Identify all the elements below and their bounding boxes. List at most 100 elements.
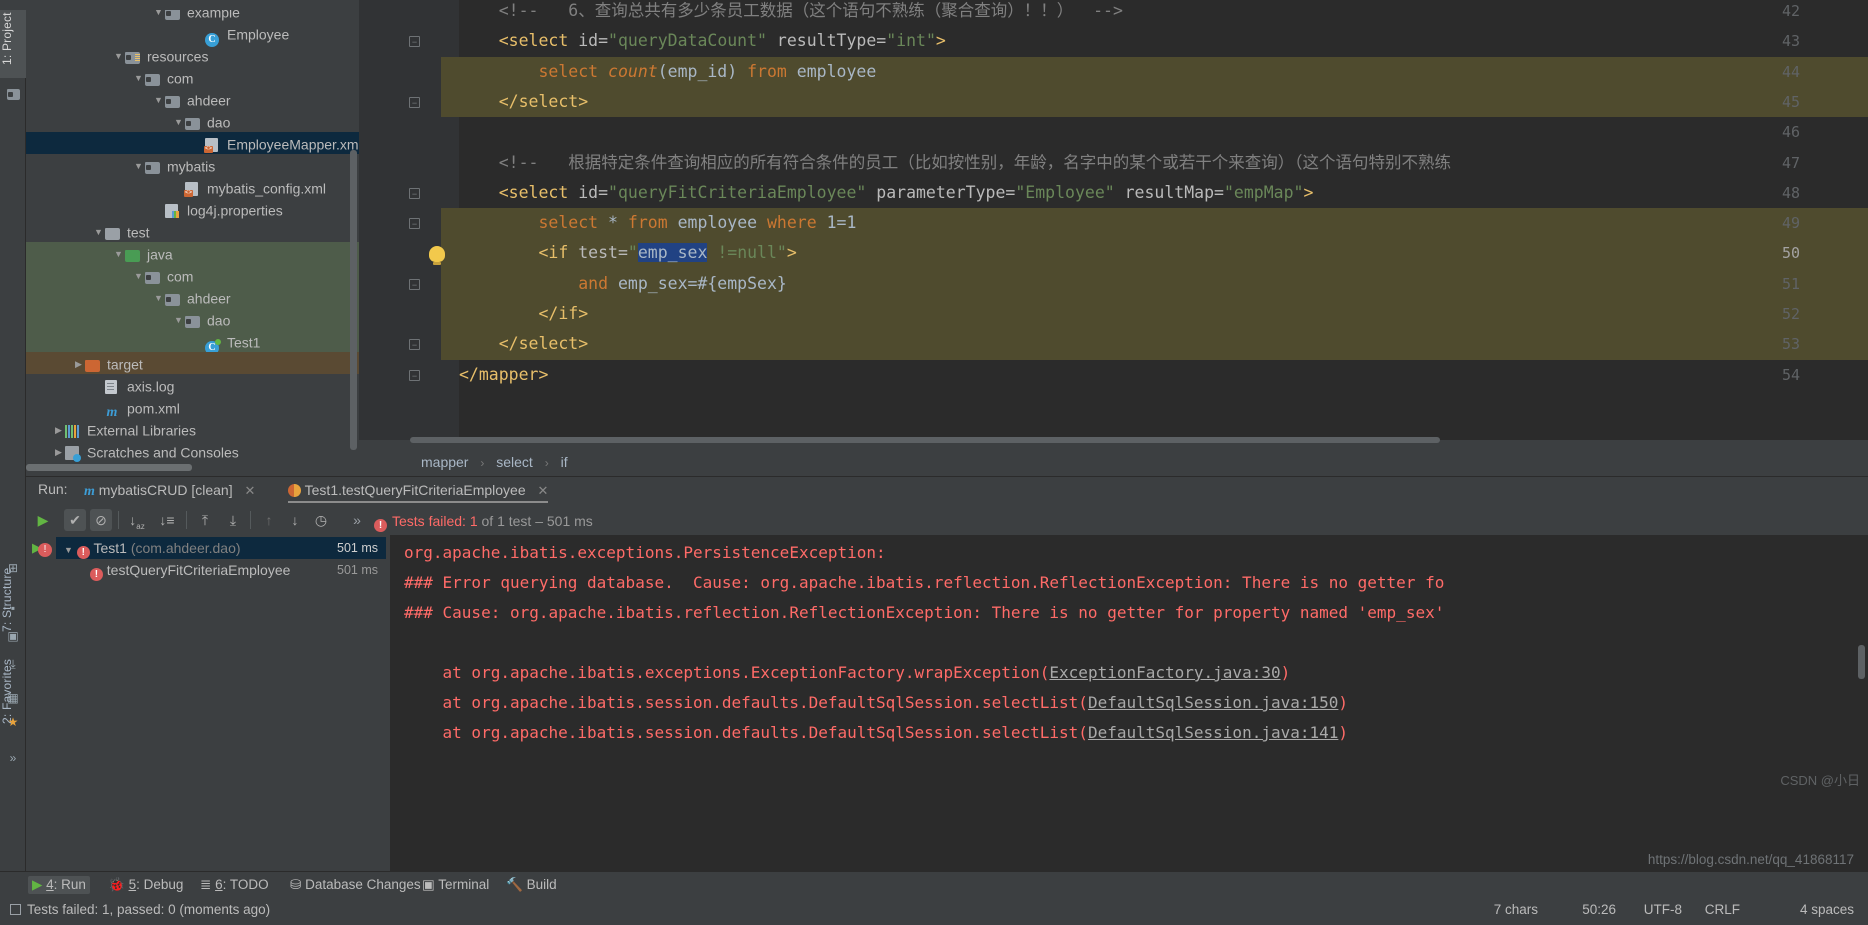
code-line-42[interactable]: <!-- 6、查询总共有多少条员工数据（这个语句不熟练（聚合查询）！！） --> <box>459 0 1123 26</box>
chevron-down-icon[interactable]: ▼ <box>112 243 125 265</box>
chevron-down-icon[interactable]: ▼ <box>152 287 165 309</box>
fold-collapse-icon[interactable]: − <box>409 369 420 381</box>
tree-item-dao[interactable]: ▼ dao <box>26 308 359 330</box>
tool-window-tab-project[interactable]: 1: Project <box>0 0 26 78</box>
fold-collapse-icon[interactable]: − <box>409 278 420 290</box>
code-line-52[interactable]: </if> <box>459 299 588 329</box>
stacktrace-link[interactable]: ExceptionFactory.java:30 <box>1049 663 1280 682</box>
tree-item-resources[interactable]: ▼ resources <box>26 44 359 66</box>
tree-item-employeemapper-xml[interactable]: EmployeeMapper.xml <box>26 132 359 154</box>
tree-item-target[interactable]: ▶ target <box>26 352 359 374</box>
tree-item-ahdeer[interactable]: ▼ ahdeer <box>26 286 359 308</box>
next-failed-button[interactable]: ↓ <box>284 509 306 531</box>
code-line-51[interactable]: and emp_sex=#{empSex} <box>459 269 787 299</box>
bottom-tab-todo[interactable]: ≣ 6: TODO <box>200 876 269 894</box>
code-line-54[interactable]: </mapper> <box>459 360 548 390</box>
chevron-down-icon[interactable]: ▼ <box>152 89 165 111</box>
project-tree-horizontal-scrollbar[interactable] <box>26 464 192 471</box>
chevron-down-icon[interactable]: ▼ <box>132 155 145 177</box>
tree-item-external-libraries[interactable]: ▶ External Libraries <box>26 418 359 440</box>
tree-item-pom-xml[interactable]: m pom.xml <box>26 396 359 420</box>
status-indent[interactable]: 4 spaces <box>1800 902 1854 917</box>
test-results-tree[interactable]: ▼ ! Test1 (com.ahdeer.dao) 501 ms ! testQ… <box>56 537 386 837</box>
tree-item-scratches-and-consoles[interactable]: ▶ Scratches and Consoles <box>26 440 359 463</box>
test-tree-row[interactable]: ! testQueryFitCriteriaEmployee 501 ms <box>56 559 386 581</box>
chevron-right-icon[interactable]: ▶ <box>52 419 65 441</box>
status-line-separator[interactable]: CRLF <box>1705 902 1740 917</box>
run-tool-window[interactable]: Run: m mybatisCRUD [clean] ✕ Test1.testQ… <box>26 476 1868 896</box>
run-tab-junit[interactable]: Test1.testQueryFitCriteriaEmployee ✕ <box>288 477 549 503</box>
breadcrumb-item-select[interactable]: select <box>496 454 533 470</box>
code-line-44[interactable]: select count(emp_id) from employee <box>459 57 876 87</box>
code-line-43[interactable]: <select id="queryDataCount" resultType="… <box>459 26 946 56</box>
tree-item-com[interactable]: ▼ com <box>26 66 359 88</box>
stacktrace-link[interactable]: DefaultSqlSession.java:141 <box>1088 723 1338 742</box>
sort-by-duration-button[interactable]: ↓≡ <box>156 509 178 531</box>
run-tab-maven[interactable]: m mybatisCRUD [clean] ✕ <box>84 477 255 503</box>
test-tree-row[interactable]: ▼ ! Test1 (com.ahdeer.dao) 501 ms <box>56 537 386 559</box>
tree-item-dao[interactable]: ▼ dao <box>26 110 359 132</box>
chevron-down-icon[interactable]: ▼ <box>132 265 145 287</box>
tree-item-test[interactable]: ▼ test <box>26 220 359 242</box>
bottom-tab-run[interactable]: ▶ 4: Run <box>28 876 90 894</box>
more-options-button[interactable]: » <box>346 509 368 531</box>
fold-collapse-icon[interactable]: − <box>409 96 420 108</box>
editor-code-area[interactable]: <!-- 6、查询总共有多少条员工数据（这个语句不熟练（聚合查询）！！） -->… <box>441 0 1868 440</box>
tree-item-log4j-properties[interactable]: log4j.properties <box>26 198 359 220</box>
bottom-tab-database-changes[interactable]: ⛁ Database Changes <box>290 876 421 894</box>
prev-failed-button[interactable]: ↑ <box>258 509 280 531</box>
collapse-all-button[interactable]: ⤓ <box>222 509 244 531</box>
tree-item-mybatis-config-xml[interactable]: mybatis_config.xml <box>26 176 359 198</box>
close-icon[interactable]: ✕ <box>538 483 549 498</box>
console-output[interactable]: org.apache.ibatis.exceptions.Persistence… <box>390 535 1868 896</box>
project-tool-window[interactable]: ▼ example C Employee ▼ resources ▼ com ▼ ahdeer ▼ d… <box>26 0 359 472</box>
chevron-down-icon[interactable]: ▼ <box>92 221 105 243</box>
breadcrumb-item-if[interactable]: if <box>561 454 568 470</box>
code-line-49[interactable]: select * from employee where 1=1 <box>459 208 856 238</box>
fold-collapse-icon[interactable]: − <box>409 218 420 230</box>
code-line-47[interactable]: <!-- 根据特定条件查询相应的所有符合条件的员工（比如按性别，年龄，名字中的某… <box>459 148 1451 178</box>
code-line-53[interactable]: </select> <box>459 329 588 359</box>
code-editor[interactable]: <!-- 6、查询总共有多少条员工数据（这个语句不熟练（聚合查询）！！） -->… <box>359 0 1868 440</box>
stacktrace-link[interactable]: DefaultSqlSession.java:150 <box>1088 693 1338 712</box>
code-line-48[interactable]: <select id="queryFitCriteriaEmployee" pa… <box>459 178 1314 208</box>
tree-item-axis-log[interactable]: axis.log <box>26 374 359 396</box>
show-passed-toggle[interactable]: ✔ <box>64 509 86 531</box>
sort-alphabetically-button[interactable]: ↓az <box>126 509 148 531</box>
project-tree-vertical-scrollbar[interactable] <box>350 150 357 450</box>
run-gutter-icon[interactable]: ▶! <box>32 539 52 557</box>
history-button[interactable]: ◷ <box>310 509 332 531</box>
tree-item-com[interactable]: ▼ com <box>26 264 359 286</box>
rerun-button[interactable]: ▶ <box>32 509 54 531</box>
breadcrumb[interactable]: mapper › select › if <box>359 450 1868 474</box>
fold-collapse-icon[interactable]: − <box>409 36 420 48</box>
tree-item-mybatis[interactable]: ▼ mybatis <box>26 154 359 176</box>
chevron-down-icon[interactable]: ▼ <box>172 309 185 331</box>
status-caret-position[interactable]: 50:26 <box>1582 902 1616 917</box>
tree-item-employee[interactable]: C Employee <box>26 22 359 48</box>
close-icon[interactable]: ✕ <box>245 483 256 498</box>
chevron-down-icon[interactable]: ▼ <box>112 45 125 67</box>
chevron-right-icon[interactable]: ▶ <box>52 441 65 463</box>
fold-collapse-icon[interactable]: − <box>409 339 420 351</box>
expand-more-icon[interactable]: » <box>5 750 21 766</box>
bottom-tab-build[interactable]: 🔨 Build <box>506 876 557 894</box>
chevron-down-icon[interactable]: ▼ <box>172 111 185 133</box>
console-vertical-scrollbar[interactable] <box>1858 645 1865 679</box>
tree-item-java[interactable]: ▼ java <box>26 242 359 264</box>
breadcrumb-item-mapper[interactable]: mapper <box>421 454 468 470</box>
editor-horizontal-scrollbar[interactable] <box>410 437 1440 443</box>
tree-item-test1[interactable]: C Test1 <box>26 330 359 356</box>
code-line-45[interactable]: </select> <box>459 87 588 117</box>
code-line-50[interactable]: <if test="emp_sex !=null"> <box>459 238 797 268</box>
show-ignored-toggle[interactable]: ⊘ <box>90 509 112 531</box>
status-encoding[interactable]: UTF-8 <box>1644 902 1682 917</box>
chevron-down-icon[interactable]: ▼ <box>64 545 73 555</box>
tree-item-ahdeer[interactable]: ▼ ahdeer <box>26 88 359 110</box>
expand-all-button[interactable]: ⤒ <box>194 509 216 531</box>
fold-collapse-icon[interactable]: − <box>409 187 420 199</box>
chevron-down-icon[interactable]: ▼ <box>132 67 145 89</box>
chevron-right-icon[interactable]: ▶ <box>72 353 85 375</box>
bottom-tab-terminal[interactable]: ▣ Terminal <box>422 876 489 894</box>
intention-bulb-icon[interactable] <box>429 246 445 266</box>
